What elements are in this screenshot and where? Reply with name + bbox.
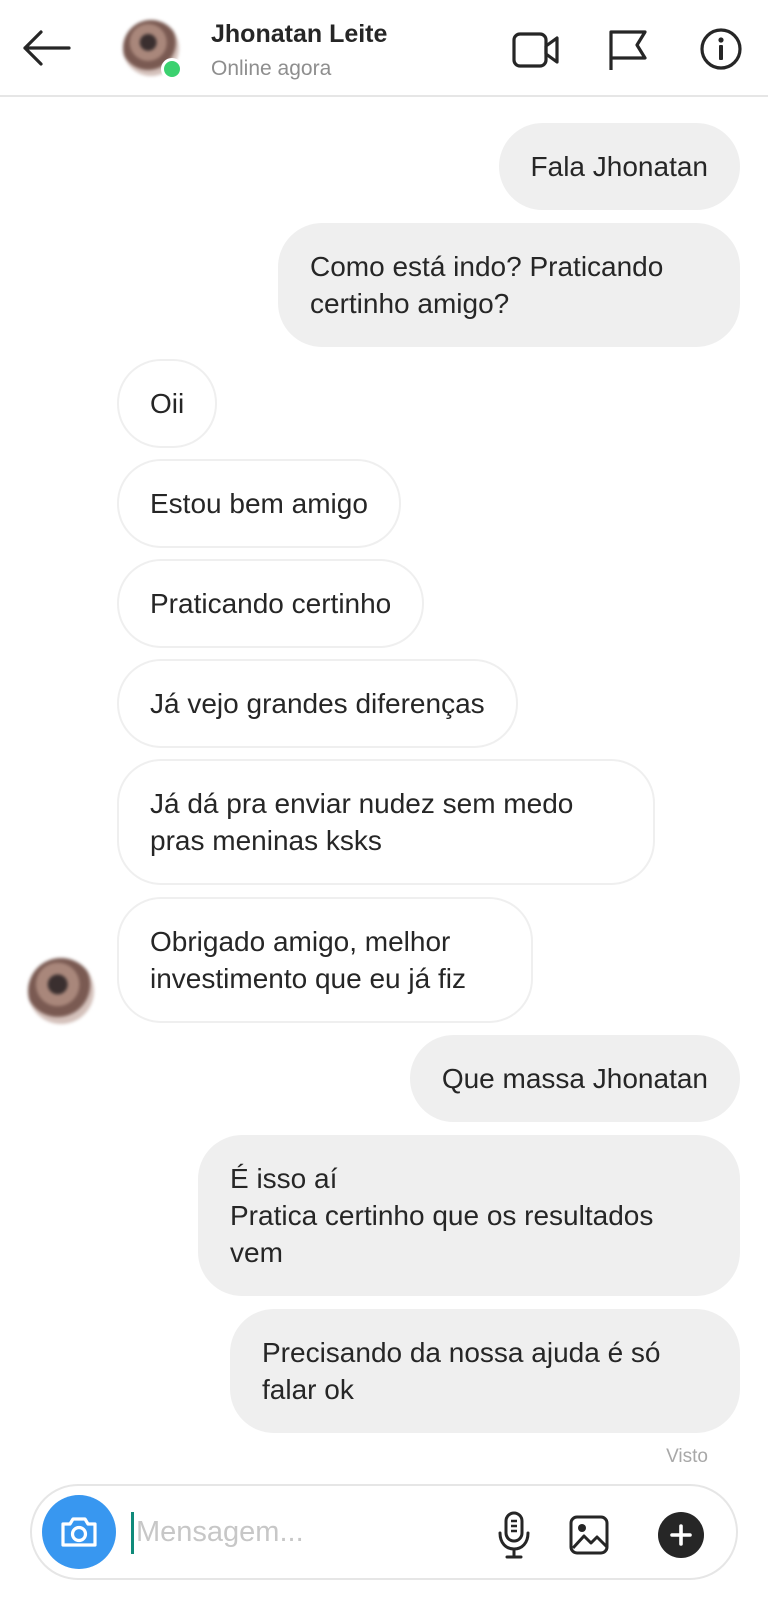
contact-status: Online agora [211, 57, 332, 80]
message-outgoing[interactable]: Precisando da nossa ajuda é só falar ok [230, 1309, 740, 1433]
message-incoming[interactable]: Estou bem amigo [117, 459, 401, 548]
camera-icon [61, 1517, 97, 1547]
message-incoming[interactable]: Oii [117, 359, 218, 448]
voice-message-button[interactable] [492, 1508, 536, 1562]
gallery-button[interactable] [566, 1512, 612, 1558]
video-call-button[interactable] [510, 28, 562, 72]
plus-icon [670, 1524, 692, 1546]
online-indicator [161, 58, 183, 80]
text-cursor [131, 1512, 134, 1554]
gallery-icon [569, 1515, 609, 1555]
message-outgoing[interactable]: É isso aí Pratica certinho que os result… [198, 1135, 740, 1296]
back-button[interactable] [20, 26, 72, 70]
chat-header: Jhonatan Leite Online agora [0, 0, 768, 97]
message-composer [30, 1484, 738, 1580]
flag-icon [609, 30, 647, 70]
info-button[interactable] [698, 26, 744, 72]
message-incoming[interactable]: Praticando certinho [117, 559, 425, 648]
camera-button[interactable] [42, 1495, 116, 1569]
message-input[interactable] [136, 1508, 476, 1556]
message-outgoing[interactable]: Que massa Jhonatan [409, 1035, 740, 1122]
microphone-icon [498, 1511, 530, 1559]
back-arrow-icon [23, 30, 71, 66]
sender-avatar[interactable] [28, 958, 94, 1024]
message-incoming[interactable]: Obrigado amigo, melhor investimento que … [117, 897, 533, 1023]
message-outgoing[interactable]: Fala Jhonatan [498, 123, 740, 210]
info-icon [700, 28, 742, 70]
video-call-icon [512, 32, 559, 68]
message-incoming[interactable]: Já dá pra enviar nudez sem medo pras men… [117, 759, 655, 885]
message-incoming[interactable]: Já vejo grandes diferenças [117, 659, 518, 748]
report-flag-button[interactable] [604, 26, 652, 74]
contact-name[interactable]: Jhonatan Leite [211, 20, 387, 49]
seen-indicator: Visto [666, 1446, 708, 1462]
message-outgoing[interactable]: Como está indo? Praticando certinho amig… [278, 223, 740, 347]
more-options-button[interactable] [658, 1512, 704, 1558]
